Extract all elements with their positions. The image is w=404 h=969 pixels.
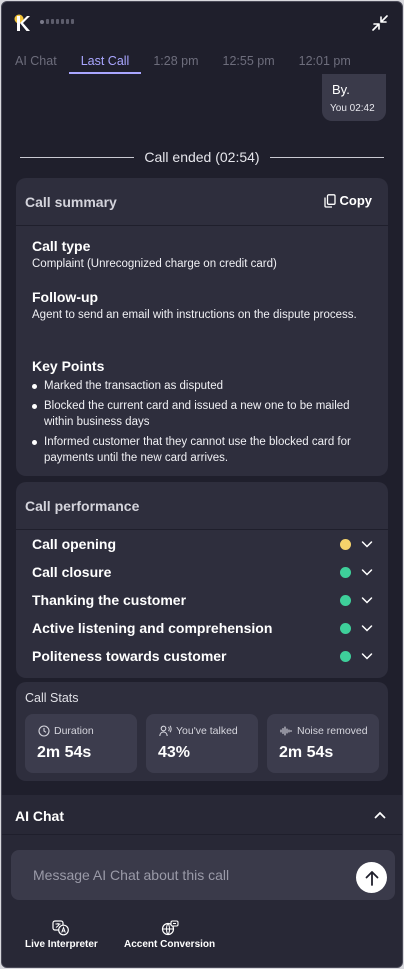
stat-value: 2m 54s [279, 744, 334, 761]
live-interpreter-button[interactable]: Live Interpreter [25, 920, 98, 950]
performance-item[interactable]: Politeness towards customer [32, 646, 374, 666]
chevron-down-icon [361, 569, 373, 576]
chevron-down-icon [361, 597, 373, 604]
ai-chat-title: AI Chat [15, 808, 64, 824]
status-dot [340, 650, 351, 662]
chat-message-bubble: By. You 02:42 [322, 74, 386, 121]
stat-value: 43% [158, 744, 191, 761]
call-stats-title: Call Stats [25, 691, 79, 705]
stat-value: 2m 54s [37, 744, 92, 761]
status-dot [340, 594, 351, 606]
followup-title: Follow-up [32, 289, 99, 305]
logo-icon [14, 14, 30, 31]
call-performance-title: Call performance [25, 498, 140, 514]
call-ended-divider: Call ended (02:54) [20, 147, 384, 167]
stat-noise: Noise removed 2m 54s [267, 714, 379, 773]
performance-item-label: Call closure [32, 564, 112, 580]
copy-icon [323, 193, 336, 208]
arrow-up-icon [365, 870, 378, 886]
ai-chat-input[interactable] [11, 850, 395, 900]
app-window: AI Chat Last Call 1:28 pm 12:55 pm 12:01… [1, 1, 403, 968]
top-bar [2, 2, 402, 44]
key-point: Blocked the current card and issued a ne… [32, 398, 377, 430]
call-performance-card: Call performance Call opening Call closu… [16, 482, 388, 678]
ai-chat-panel: AI Chat Live Interpreter Accent Convers [2, 795, 402, 967]
call-ended-label: Call ended (02:54) [144, 149, 260, 165]
call-stats-card: Call Stats Duration 2m 54s You've talked… [16, 682, 388, 781]
signal-icon [40, 19, 74, 24]
chevron-down-icon [361, 653, 373, 660]
people-icon [159, 725, 172, 737]
followup-body: Agent to send an email with instructions… [32, 309, 357, 321]
translate-icon [52, 920, 70, 936]
tab-bar: AI Chat Last Call 1:28 pm 12:55 pm 12:01… [2, 48, 402, 74]
tab-last-call[interactable]: Last Call [68, 48, 142, 74]
performance-item[interactable]: Thanking the customer [32, 590, 374, 610]
status-dot [340, 622, 351, 634]
call-performance-header: Call performance [16, 482, 388, 530]
chevron-up-icon[interactable] [373, 808, 387, 822]
tab-call-1[interactable]: 1:28 pm [141, 48, 210, 74]
call-summary-card: Call summary Copy Call type Complaint (U… [16, 178, 388, 476]
performance-item-label: Politeness towards customer [32, 648, 227, 664]
waveform-icon [280, 726, 292, 736]
chat-message-text: By. [332, 82, 350, 97]
stat-label: Noise removed [297, 725, 368, 737]
performance-item[interactable]: Call closure [32, 562, 374, 582]
call-summary-title: Call summary [25, 194, 117, 210]
call-summary-header: Call summary Copy [16, 178, 388, 226]
performance-item-label: Thanking the customer [32, 592, 187, 608]
tab-call-2[interactable]: 12:55 pm [211, 48, 287, 74]
tab-ai-chat[interactable]: AI Chat [2, 48, 69, 74]
live-interpreter-label: Live Interpreter [25, 939, 98, 950]
chevron-down-icon [361, 541, 373, 548]
stat-label: You've talked [176, 725, 238, 737]
key-points-title: Key Points [32, 358, 105, 374]
copy-label: Copy [339, 193, 373, 208]
status-dot [340, 566, 351, 578]
performance-item[interactable]: Active listening and comprehension [32, 618, 374, 638]
accent-conversion-button[interactable]: Accent Conversion [124, 920, 215, 950]
chevron-down-icon [361, 625, 373, 632]
chat-message-meta: You 02:42 [330, 103, 375, 114]
stat-label: Duration [54, 725, 94, 737]
send-button[interactable] [356, 862, 387, 893]
key-point: Marked the transaction as disputed [32, 378, 377, 394]
status-dot [340, 538, 351, 550]
performance-item-label: Active listening and comprehension [32, 620, 273, 636]
stat-duration: Duration 2m 54s [25, 714, 137, 773]
accent-icon [161, 920, 179, 936]
performance-item[interactable]: Call opening [32, 534, 374, 554]
copy-button[interactable]: Copy [323, 193, 373, 208]
clock-icon [38, 725, 50, 737]
collapse-icon[interactable] [370, 13, 390, 33]
key-point: Informed customer that they cannot use t… [32, 434, 377, 466]
call-type-body: Complaint (Unrecognized charge on credit… [32, 258, 277, 270]
tab-call-3[interactable]: 12:01 pm [287, 48, 363, 74]
stat-talked: You've talked 43% [146, 714, 258, 773]
call-type-title: Call type [32, 238, 91, 254]
key-points-list: Marked the transaction as disputed Block… [32, 378, 377, 470]
ai-chat-header[interactable]: AI Chat [2, 795, 402, 835]
performance-item-label: Call opening [32, 536, 116, 552]
accent-conversion-label: Accent Conversion [124, 939, 216, 950]
